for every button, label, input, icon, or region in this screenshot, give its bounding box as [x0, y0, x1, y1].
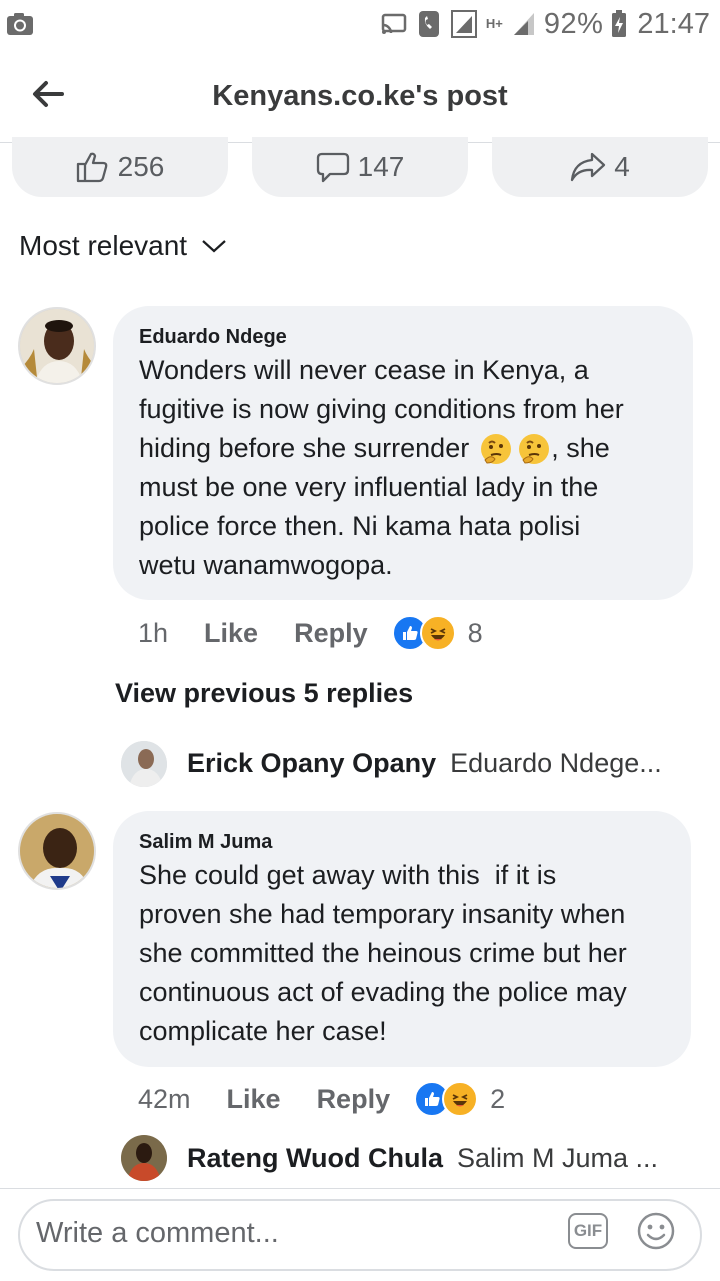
comment-actions: 42m Like Reply 2 [138, 1081, 505, 1117]
comment-author[interactable]: Eduardo Ndege [139, 326, 287, 349]
post-stats-bar: 256 147 4 [0, 137, 720, 203]
reaction-summary[interactable]: 8 [391, 615, 483, 651]
app-header: Kenyans.co.ke's post [0, 50, 720, 143]
camera-icon [7, 13, 33, 35]
comment-icon [316, 152, 349, 183]
comment-line: She could get away with this if it is [139, 860, 557, 890]
reaction-count: 8 [467, 617, 483, 648]
battery-icon [612, 10, 627, 37]
avatar[interactable] [121, 1135, 167, 1181]
comment-input[interactable]: Write a comment... GIF [18, 1199, 702, 1271]
avatar[interactable] [121, 741, 167, 787]
haha-reaction-icon [419, 615, 456, 651]
comment-reply-button[interactable]: Reply [317, 1084, 391, 1115]
comment-actions: 1h Like Reply 8 [138, 615, 483, 651]
call-icon [418, 11, 439, 37]
comment-bubble: Salim M Juma She could get away with thi… [113, 811, 691, 1067]
comment-line: complicate her case! [139, 1016, 387, 1046]
comment-line-tail: , she [551, 433, 610, 463]
comment-like-button[interactable]: Like [204, 618, 258, 649]
comment-count: 147 [357, 151, 405, 182]
reaction-count: 2 [490, 1083, 506, 1114]
comment-button[interactable]: 147 [252, 137, 468, 197]
share-icon [571, 152, 606, 182]
share-button[interactable]: 4 [492, 137, 708, 197]
comment-input-placeholder: Write a comment... [36, 1217, 279, 1249]
comment-line: police force then. Ni kama hata polisi [139, 511, 581, 541]
comment-line-with-emoji: hiding before she surrender , she [139, 429, 624, 468]
thinking-face-emoji-icon [481, 433, 512, 464]
signal-icon [450, 10, 477, 38]
profile-photo [121, 1135, 167, 1181]
comment-like-button[interactable]: Like [227, 1084, 281, 1115]
comment-text: She could get away with this if it is pr… [139, 856, 627, 1051]
avatar[interactable] [18, 307, 96, 385]
comment-line: wetu wanamwogopa. [139, 550, 393, 580]
comment-line: must be one very influential lady in the [139, 472, 599, 502]
status-bar: H+ 92% 21:47 [0, 0, 720, 50]
thumbs-up-icon [76, 152, 107, 183]
haha-reaction-icon [442, 1081, 479, 1117]
share-count: 4 [614, 151, 630, 182]
comment-timestamp[interactable]: 42m [138, 1084, 191, 1115]
comment-line: hiding before she surrender [139, 433, 470, 463]
gif-icon[interactable]: GIF [568, 1213, 608, 1249]
comment-line: continuous act of evading the police may [139, 977, 627, 1007]
comment-author[interactable]: Salim M Juma [139, 831, 272, 854]
comment-line: Wonders will never cease in Kenya, a [139, 355, 589, 385]
gif-label: GIF [573, 1221, 603, 1240]
comment-line: proven she had temporary insanity when [139, 899, 626, 929]
sort-dropdown[interactable]: Most relevant [19, 230, 227, 262]
reply-text: Eduardo Ndege... [450, 748, 662, 778]
comment-line: she committed the heinous crime but her [139, 938, 627, 968]
cast-icon [381, 13, 407, 34]
like-count: 256 [117, 151, 165, 182]
reply-preview[interactable]: Rateng Wuod Chula Salim M Juma ... [187, 1143, 658, 1174]
thinking-face-emoji-icon [519, 433, 550, 464]
page-title: Kenyans.co.ke's post [212, 80, 508, 112]
battery-percent: 92% [543, 7, 604, 40]
reaction-summary[interactable]: 2 [414, 1081, 505, 1117]
comment-text: Wonders will never cease in Kenya, a fug… [139, 351, 624, 585]
network-type: H+ [485, 16, 503, 31]
comment-timestamp[interactable]: 1h [138, 618, 168, 649]
sort-label: Most relevant [19, 230, 188, 261]
profile-photo [121, 741, 167, 787]
like-button[interactable]: 256 [12, 137, 228, 197]
view-previous-replies-link[interactable]: View previous 5 replies [115, 678, 413, 709]
comment-composer-bar: Write a comment... GIF [0, 1188, 720, 1281]
avatar[interactable] [18, 812, 96, 890]
comment-line: fugitive is now giving conditions from h… [139, 394, 624, 424]
emoji-icon[interactable] [636, 1211, 676, 1251]
reply-text: Salim M Juma ... [457, 1143, 659, 1173]
chevron-down-icon [202, 240, 226, 253]
comment-reply-button[interactable]: Reply [294, 618, 368, 649]
comment-bubble: Eduardo Ndege Wonders will never cease i… [113, 306, 693, 600]
profile-photo [20, 814, 94, 888]
cell-signal-icon [513, 13, 534, 35]
clock: 21:47 [637, 7, 710, 40]
reply-author[interactable]: Rateng Wuod Chula [187, 1143, 443, 1174]
reply-preview[interactable]: Erick Opany Opany Eduardo Ndege... [187, 748, 662, 779]
profile-photo [20, 309, 94, 383]
reply-author[interactable]: Erick Opany Opany [187, 748, 436, 779]
